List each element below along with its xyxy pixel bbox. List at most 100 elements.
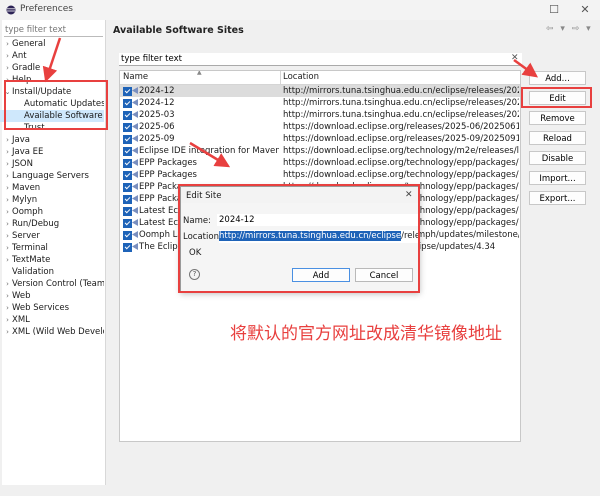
- tree-item-label: TextMate: [12, 255, 51, 265]
- update-site-icon: [132, 243, 138, 250]
- table-row[interactable]: EPP Packages https://download.eclipse.org…: [120, 169, 520, 181]
- chevron-right-icon[interactable]: ›: [3, 230, 12, 242]
- chevron-right-icon[interactable]: ›: [3, 158, 12, 170]
- tree-item-label: Web: [12, 291, 31, 301]
- table-row[interactable]: 2024-12 http://mirrors.tuna.tsinghua.edu.…: [120, 85, 520, 97]
- tree-item-label: Java EE: [12, 147, 44, 157]
- nav-arrows[interactable]: ⇦ ▾ ⇨ ▾: [546, 24, 593, 34]
- site-name-cell: EPP Packages: [139, 170, 197, 180]
- close-window-button[interactable]: ✕: [578, 3, 592, 17]
- tree-item[interactable]: › JSON: [0, 158, 104, 170]
- site-name-cell: 2025-09: [139, 134, 175, 144]
- tree-item-label: Gradle: [12, 63, 41, 73]
- chevron-right-icon[interactable]: ›: [3, 290, 12, 302]
- enabled-checkbox[interactable]: [123, 123, 132, 132]
- tree-item[interactable]: ›XML (Wild Web Developer): [0, 326, 104, 338]
- tree-item-label: XML: [12, 315, 30, 325]
- chevron-right-icon[interactable]: ›: [3, 254, 12, 266]
- tree-item[interactable]: › Gradle: [0, 62, 104, 74]
- enabled-checkbox[interactable]: [123, 231, 132, 240]
- tree-item[interactable]: › Java: [0, 134, 104, 146]
- chevron-right-icon[interactable]: ›: [3, 242, 12, 254]
- tree-filter-input[interactable]: [4, 23, 103, 37]
- enabled-checkbox[interactable]: [123, 135, 132, 144]
- table-row[interactable]: 2024-12 http://mirrors.tuna.tsinghua.edu.…: [120, 97, 520, 109]
- chevron-right-icon[interactable]: ›: [3, 62, 12, 74]
- chevron-right-icon[interactable]: ›: [3, 218, 12, 230]
- column-header-name[interactable]: Name: [123, 72, 148, 82]
- chevron-right-icon[interactable]: ›: [3, 146, 12, 158]
- reload-site-button[interactable]: Reload: [529, 131, 586, 145]
- maximize-button[interactable]: ☐: [547, 3, 561, 17]
- chevron-right-icon[interactable]: ›: [3, 170, 12, 182]
- update-site-icon: [132, 87, 138, 94]
- tree-item[interactable]: › Terminal: [0, 242, 104, 254]
- clear-filter-icon[interactable]: ✕: [511, 53, 519, 63]
- annotation-caption: 将默认的官方网址改成清华镜像地址: [230, 324, 502, 344]
- chevron-right-icon[interactable]: ›: [3, 38, 12, 50]
- table-row[interactable]: 2025-03 http://mirrors.tuna.tsinghua.edu.…: [120, 109, 520, 121]
- chevron-right-icon[interactable]: ›: [3, 314, 12, 326]
- enabled-checkbox[interactable]: [123, 195, 132, 204]
- tree-item[interactable]: Validation: [0, 266, 104, 278]
- site-name-cell: EPP Packages: [139, 158, 197, 168]
- chevron-right-icon[interactable]: ›: [3, 206, 12, 218]
- table-row[interactable]: Eclipse IDE integration for Maven https:/…: [120, 145, 520, 157]
- site-filter-input[interactable]: [119, 53, 522, 66]
- tree-item[interactable]: › Mylyn: [0, 194, 104, 206]
- enabled-checkbox[interactable]: [123, 243, 132, 252]
- chevron-right-icon[interactable]: ›: [3, 278, 12, 290]
- site-location-cell: https://download.eclipse.org/releases/20…: [283, 134, 519, 144]
- site-location-cell: http://mirrors.tuna.tsinghua.edu.cn/ecli…: [283, 98, 519, 108]
- tree-item[interactable]: › Ant: [0, 50, 104, 62]
- tree-item[interactable]: › TextMate: [0, 254, 104, 266]
- site-name-cell: 2025-06: [139, 122, 175, 132]
- enabled-checkbox[interactable]: [123, 207, 132, 216]
- site-location-cell: http://mirrors.tuna.tsinghua.edu.cn/ecli…: [283, 110, 519, 120]
- export-sites-button[interactable]: Export...: [529, 191, 586, 205]
- tree-item[interactable]: › Oomph: [0, 206, 104, 218]
- import-sites-button[interactable]: Import...: [529, 171, 586, 185]
- tree-item[interactable]: › XML: [0, 314, 104, 326]
- enabled-checkbox[interactable]: [123, 183, 132, 192]
- column-header-location[interactable]: Location: [283, 72, 319, 82]
- chevron-right-icon[interactable]: ›: [3, 182, 12, 194]
- tree-item-label: Java: [12, 135, 30, 145]
- enabled-checkbox[interactable]: [123, 87, 132, 96]
- tree-item[interactable]: › Maven: [0, 182, 104, 194]
- enabled-checkbox[interactable]: [123, 159, 132, 168]
- enabled-checkbox[interactable]: [123, 219, 132, 228]
- table-row[interactable]: EPP Packages https://download.eclipse.org…: [120, 157, 520, 169]
- tree-item[interactable]: › Web Services: [0, 302, 104, 314]
- enabled-checkbox[interactable]: [123, 99, 132, 108]
- update-site-icon: [132, 111, 138, 118]
- remove-site-button[interactable]: Remove: [529, 111, 586, 125]
- site-location-cell: http://mirrors.tuna.tsinghua.edu.cn/ecli…: [283, 86, 519, 96]
- enabled-checkbox[interactable]: [123, 147, 132, 156]
- update-site-icon: [132, 99, 138, 106]
- update-site-icon: [132, 231, 138, 238]
- tree-item[interactable]: › Web: [0, 290, 104, 302]
- annotation-box-install-update: [4, 80, 108, 130]
- tree-item[interactable]: › Language Servers: [0, 170, 104, 182]
- tree-item[interactable]: › Java EE: [0, 146, 104, 158]
- title-bar: [0, 0, 600, 20]
- chevron-right-icon[interactable]: ›: [3, 326, 12, 338]
- tree-item[interactable]: › Version Control (Team): [0, 278, 104, 290]
- chevron-right-icon[interactable]: ›: [3, 50, 12, 62]
- enabled-checkbox[interactable]: [123, 171, 132, 180]
- add-site-button[interactable]: Add...: [529, 71, 586, 85]
- tree-item[interactable]: › General: [0, 38, 104, 50]
- chevron-right-icon[interactable]: ›: [3, 134, 12, 146]
- column-divider[interactable]: [280, 71, 281, 84]
- chevron-right-icon[interactable]: ›: [3, 302, 12, 314]
- table-row[interactable]: 2025-09 https://download.eclipse.org/rele…: [120, 133, 520, 145]
- enabled-checkbox[interactable]: [123, 111, 132, 120]
- chevron-right-icon[interactable]: ›: [3, 194, 12, 206]
- table-row[interactable]: 2025-06 https://download.eclipse.org/rele…: [120, 121, 520, 133]
- disable-site-button[interactable]: Disable: [529, 151, 586, 165]
- tree-item[interactable]: › Run/Debug: [0, 218, 104, 230]
- update-site-icon: [132, 183, 138, 190]
- tree-item-label: Version Control (Team): [12, 279, 104, 289]
- tree-item[interactable]: › Server: [0, 230, 104, 242]
